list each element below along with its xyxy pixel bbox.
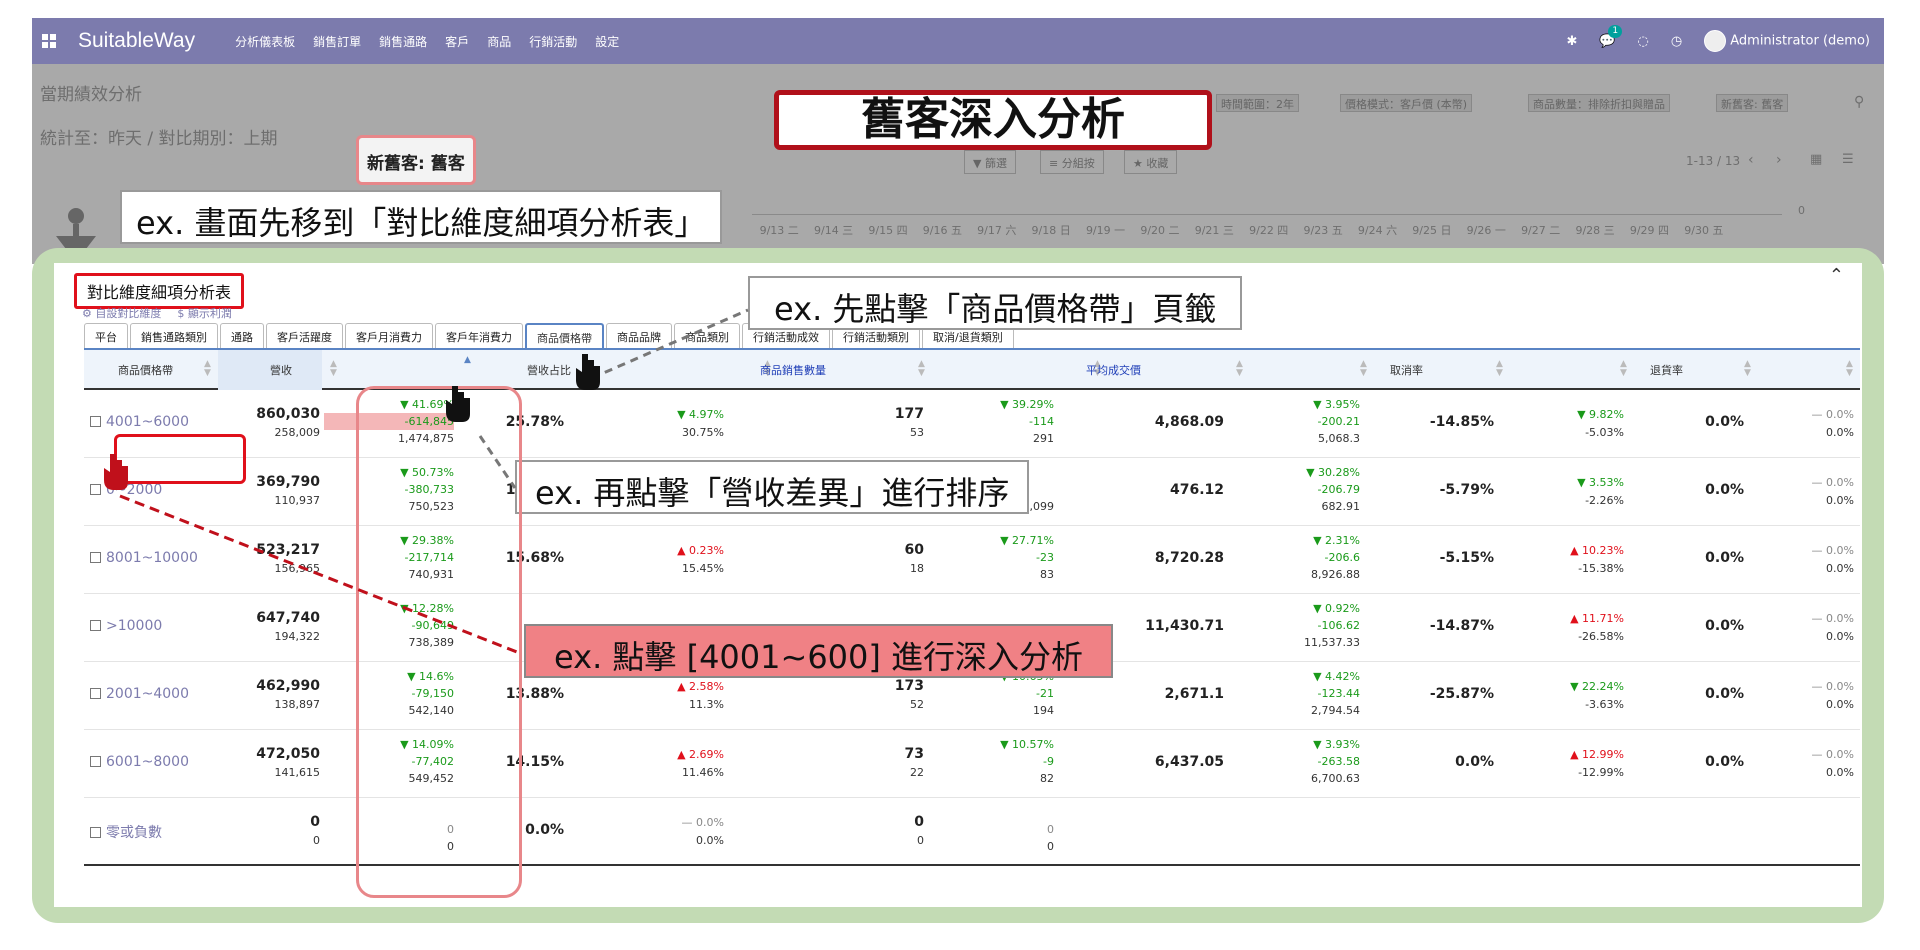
pointer-line-tab [591,308,749,380]
pointer-line-drill [119,494,523,656]
hand-cursor-icon [576,354,600,390]
pointer-line-sort [478,435,517,489]
annotation-pointers [104,308,749,656]
hand-cursor-icon [104,454,128,490]
hand-cursor-icon [446,386,470,422]
app-window: SuitableWay 分析儀表板 銷售訂單 銷售通路 客戶 商品 行銷活動 設… [32,18,1884,923]
